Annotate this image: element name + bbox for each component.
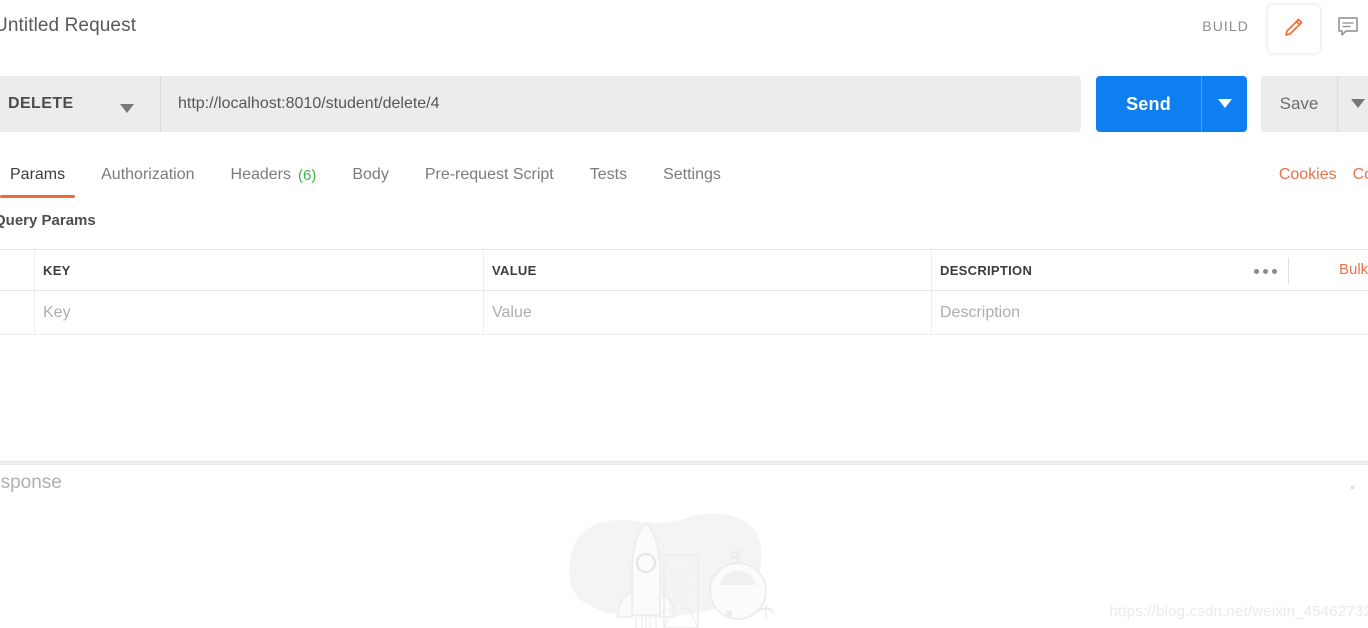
row-description-placeholder: Description bbox=[940, 303, 1021, 321]
response-title: esponse bbox=[0, 472, 62, 493]
row-key-placeholder: Key bbox=[43, 303, 71, 321]
rocket-astronaut-illustration bbox=[560, 505, 810, 628]
pencil-icon bbox=[1282, 15, 1306, 44]
row-description-input[interactable]: Description bbox=[932, 291, 1368, 334]
row-key-input[interactable]: Key bbox=[35, 291, 484, 334]
column-header-description-label: DESCRIPTION bbox=[940, 262, 1033, 278]
chevron-down-icon bbox=[120, 100, 134, 118]
tab-authorization[interactable]: Authorization bbox=[83, 152, 212, 198]
column-header-key-label: KEY bbox=[43, 262, 71, 278]
select-all-cell bbox=[0, 250, 35, 290]
page-title: Untitled Request bbox=[0, 15, 137, 36]
http-method-select[interactable]: DELETE bbox=[0, 76, 160, 132]
dot bbox=[1254, 268, 1259, 274]
table-row: Key Value Description bbox=[0, 291, 1368, 335]
tab-body-label: Body bbox=[352, 166, 389, 183]
top-bar: Untitled Request BUILD bbox=[0, 0, 1368, 58]
tab-body[interactable]: Body bbox=[334, 152, 406, 198]
row-value-placeholder: Value bbox=[492, 303, 532, 321]
row-checkbox-cell[interactable] bbox=[0, 291, 35, 334]
request-tabs: Params Authorization Headers (6) Body Pr… bbox=[0, 152, 739, 198]
column-header-value: VALUE bbox=[484, 250, 932, 290]
send-button-label: Send bbox=[1126, 93, 1171, 114]
column-header-value-label: VALUE bbox=[492, 262, 537, 278]
row-value-input[interactable]: Value bbox=[484, 291, 932, 334]
cookies-link[interactable]: Cookies bbox=[1279, 166, 1337, 184]
dot bbox=[1263, 268, 1268, 274]
save-options-button[interactable] bbox=[1337, 76, 1368, 132]
tab-pre-request-script[interactable]: Pre-request Script bbox=[407, 152, 572, 198]
tabs-right-links: Cookies Cod bbox=[1279, 152, 1368, 198]
chevron-down-icon bbox=[1217, 95, 1232, 113]
tab-settings[interactable]: Settings bbox=[645, 152, 739, 198]
edit-request-button[interactable] bbox=[1268, 5, 1320, 53]
save-button[interactable]: Save bbox=[1261, 76, 1337, 132]
tab-settings-label: Settings bbox=[663, 166, 721, 183]
tab-headers-label: Headers bbox=[230, 166, 291, 183]
send-button[interactable]: Send bbox=[1096, 76, 1201, 132]
tab-authorization-label: Authorization bbox=[101, 166, 195, 183]
bulk-edit-link[interactable]: Bulk Edi bbox=[1339, 261, 1368, 278]
code-link[interactable]: Cod bbox=[1353, 166, 1368, 184]
request-url-row: DELETE http://localhost:8010/student/del… bbox=[0, 76, 1368, 132]
column-header-key: KEY bbox=[35, 250, 484, 290]
query-params-label: Query Params bbox=[0, 212, 96, 229]
request-tabs-row: Params Authorization Headers (6) Body Pr… bbox=[0, 152, 1368, 198]
tab-headers[interactable]: Headers (6) bbox=[213, 152, 335, 198]
comment-icon bbox=[1336, 15, 1360, 43]
postman-request-window: Untitled Request BUILD DELETE http://loc… bbox=[0, 0, 1368, 628]
http-method-value: DELETE bbox=[8, 95, 74, 112]
url-input-value: http://localhost:8010/student/delete/4 bbox=[178, 95, 440, 112]
tab-params[interactable]: Params bbox=[0, 152, 83, 198]
column-header-description: DESCRIPTION bbox=[932, 250, 1368, 290]
response-right-icon bbox=[1351, 486, 1354, 489]
watermark: https://blog.csdn.net/weixin_45462732 bbox=[1109, 603, 1368, 620]
request-response-divider[interactable] bbox=[0, 461, 1368, 465]
build-mode-label: BUILD bbox=[1202, 18, 1249, 34]
tab-pre-request-script-label: Pre-request Script bbox=[424, 166, 554, 183]
dot bbox=[1272, 268, 1277, 274]
more-options-icon[interactable] bbox=[1243, 258, 1289, 284]
comments-button[interactable] bbox=[1324, 5, 1368, 53]
table-header-row: KEY VALUE DESCRIPTION Bulk Edi bbox=[0, 249, 1368, 291]
send-options-button[interactable] bbox=[1201, 76, 1247, 132]
chevron-down-icon bbox=[1350, 95, 1365, 113]
tab-tests[interactable]: Tests bbox=[572, 152, 645, 198]
url-input[interactable]: http://localhost:8010/student/delete/4 bbox=[161, 76, 1081, 132]
query-params-table: KEY VALUE DESCRIPTION Bulk Edi Key Value bbox=[0, 249, 1368, 335]
tab-headers-count: (6) bbox=[298, 166, 317, 184]
tab-params-label: Params bbox=[10, 166, 66, 183]
tab-tests-label: Tests bbox=[589, 166, 628, 183]
save-button-label: Save bbox=[1279, 94, 1319, 113]
